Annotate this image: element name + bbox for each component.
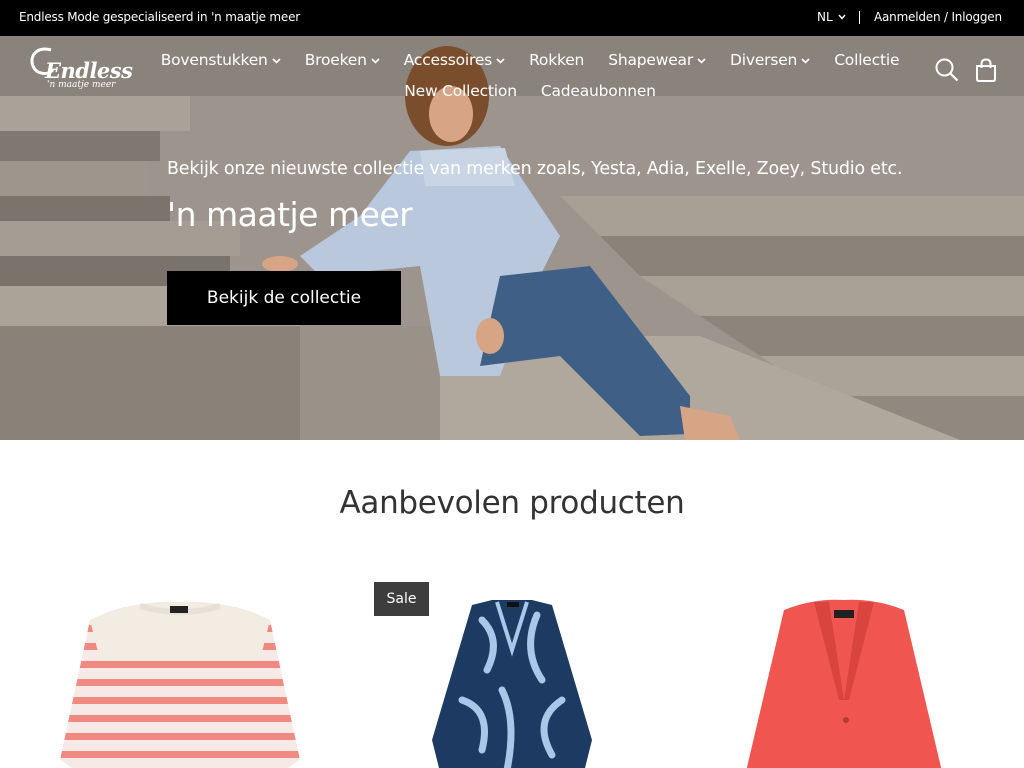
nav-label: Rokken (529, 50, 585, 69)
chevron-down-icon (838, 14, 846, 20)
logo-subline: 'n maatje meer (47, 80, 116, 90)
nav-item-broeken[interactable]: Broeken (305, 51, 380, 69)
chevron-down-icon (697, 57, 706, 64)
nav-label: Bovenstukken (160, 50, 268, 69)
product-card[interactable] (694, 580, 994, 768)
sale-badge: Sale (374, 582, 429, 616)
nav-row-2: New Collection Cadeaubonnen (150, 75, 910, 106)
language-selector[interactable]: NL (817, 10, 846, 24)
main-navigation: Bovenstukken Broeken Accessoires Rokken … (150, 44, 910, 106)
product-card[interactable] (30, 580, 330, 768)
language-label: NL (817, 10, 833, 24)
nav-item-diversen[interactable]: Diversen (730, 51, 810, 69)
topbar-divider (859, 11, 860, 24)
search-icon (935, 58, 959, 82)
nav-label: Broeken (304, 50, 367, 69)
chevron-down-icon (272, 57, 281, 64)
nav-label: Collectie (834, 50, 900, 69)
nav-row-1: Bovenstukken Broeken Accessoires Rokken … (150, 44, 910, 75)
chevron-down-icon (371, 57, 380, 64)
search-button[interactable] (934, 57, 960, 83)
nav-item-collectie[interactable]: Collectie (834, 51, 899, 69)
view-collection-button[interactable]: Bekijk de collectie (167, 271, 401, 325)
nav-item-shapewear[interactable]: Shapewear (608, 51, 706, 69)
product-image (60, 601, 300, 768)
nav-label: New Collection (404, 81, 517, 100)
top-bar: Endless Mode gespecialiseerd in 'n maatj… (0, 0, 1024, 36)
hero-title: 'n maatje meer (167, 195, 413, 234)
store-tagline: Endless Mode gespecialiseerd in 'n maatj… (19, 10, 301, 24)
nav-label: Accessoires (403, 50, 493, 69)
chevron-down-icon (496, 57, 505, 64)
shopping-bag-icon (976, 58, 996, 82)
nav-item-rokken[interactable]: Rokken (529, 51, 584, 69)
nav-item-new-collection[interactable]: New Collection (404, 82, 517, 100)
store-logo[interactable]: Endless 'n maatje meer (27, 46, 133, 96)
product-image (746, 599, 942, 768)
login-link[interactable]: Aanmelden / Inloggen (874, 10, 1002, 24)
nav-item-cadeaubonnen[interactable]: Cadeaubonnen (541, 82, 656, 100)
section-title: Aanbevolen producten (339, 485, 685, 521)
hero-subtitle: Bekijk onze nieuwste collectie van merke… (167, 159, 903, 179)
nav-label: Cadeaubonnen (540, 81, 656, 100)
cart-button[interactable] (973, 57, 999, 83)
chevron-down-icon (801, 57, 810, 64)
nav-label: Shapewear (608, 50, 694, 69)
nav-label: Diversen (730, 50, 798, 69)
nav-item-bovenstukken[interactable]: Bovenstukken (161, 51, 281, 69)
nav-item-accessoires[interactable]: Accessoires (404, 51, 505, 69)
